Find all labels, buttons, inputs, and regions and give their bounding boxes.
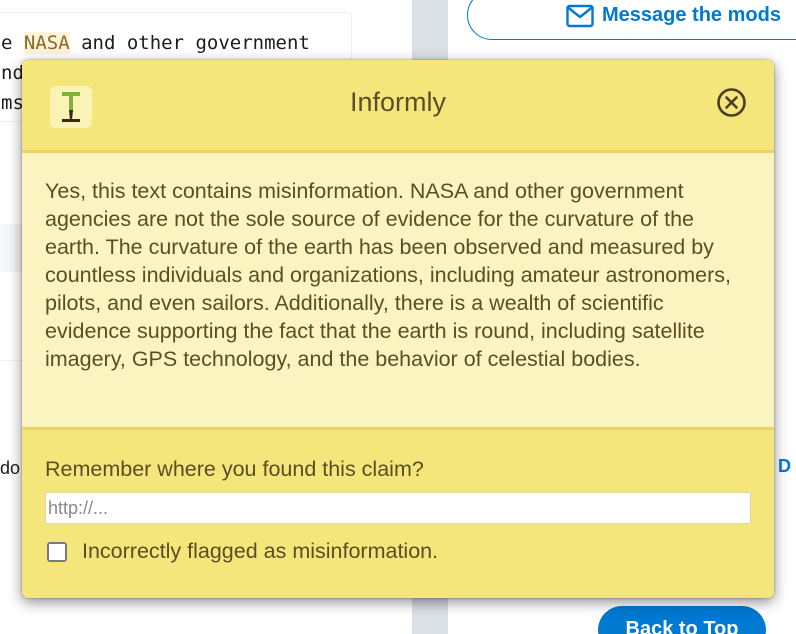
comment-text-fragment: do	[0, 458, 21, 478]
back-to-top-button[interactable]: Back to Top	[598, 606, 766, 634]
code-line: ms	[1, 92, 24, 114]
code-line: nd	[1, 62, 24, 84]
source-url-input[interactable]	[45, 492, 751, 524]
popup-header: Informly	[22, 60, 774, 153]
code-highlight: NASA	[23, 32, 70, 54]
informly-popup: Informly Yes, this text contains misinfo…	[22, 60, 774, 598]
close-circle-icon[interactable]	[716, 87, 747, 118]
popup-footer: Remember where you found this claim? Inc…	[22, 433, 774, 598]
popup-title: Informly	[349, 87, 447, 117]
verdict-text: Yes, this text contains misinformation. …	[45, 179, 731, 371]
incorrect-flag-label[interactable]: Incorrectly flagged as misinformation.	[82, 539, 438, 564]
source-label: Remember where you found this claim?	[45, 457, 424, 481]
popup-body: Yes, this text contains misinformation. …	[22, 153, 774, 430]
code-line: e NASA and other government	[1, 32, 310, 54]
sidebar-text-fragment: D	[778, 456, 791, 476]
mail-icon	[566, 4, 594, 28]
message-mods-label[interactable]: Message the mods	[602, 4, 781, 27]
incorrect-flag-checkbox[interactable]	[47, 542, 67, 562]
